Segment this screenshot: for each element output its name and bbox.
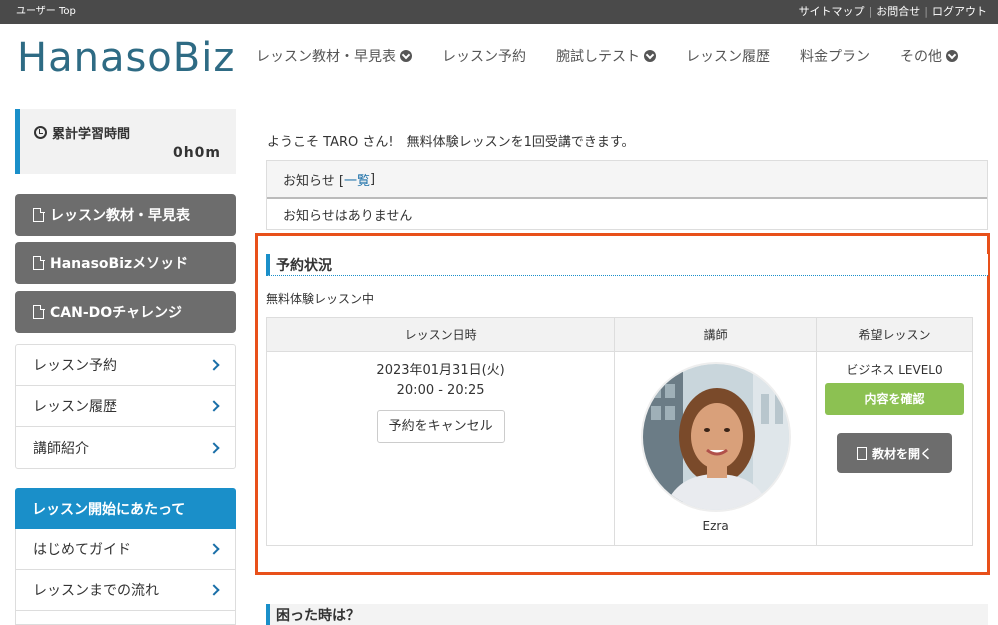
sidebar-item-guide[interactable]: はじめてガイド	[16, 529, 235, 570]
alarm-clock-icon	[34, 126, 47, 139]
open-materials-label: 教材を開く	[872, 446, 933, 461]
sidebar-item-teachers[interactable]: 講師紹介	[16, 427, 235, 468]
nav-test[interactable]: 腕試しテスト	[556, 45, 656, 67]
nav-label: レッスン教材・早見表	[256, 49, 396, 65]
nav-reservation[interactable]: レッスン予約	[442, 45, 526, 67]
sidebar-item-label: はじめてガイド	[33, 542, 131, 558]
global-nav: レッスン教材・早見表 レッスン予約 腕試しテスト レッスン履歴 料金プラン その…	[243, 45, 988, 67]
sidebar-item-label: レッスン予約	[33, 358, 117, 374]
notice-heading-bracket: ]	[369, 171, 376, 187]
sidebar-item-label: レッスン履歴	[33, 399, 117, 415]
top-bar: ユーザー Top サイトマップ | お問合せ | ログアウト	[0, 0, 998, 24]
separator: |	[924, 5, 928, 18]
nav-materials[interactable]: レッスン教材・早見表	[256, 45, 412, 67]
document-icon	[33, 304, 45, 319]
chevron-right-icon	[208, 359, 220, 371]
sidebar-button-label: CAN-DOチャレンジ	[50, 305, 183, 321]
column-header: レッスン日時	[265, 317, 616, 352]
study-time-box: 累計学習時間 0h0m	[15, 109, 236, 174]
sidebar-item-history[interactable]: レッスン履歴	[16, 386, 235, 427]
open-materials-button[interactable]: 教材を開く	[837, 433, 953, 473]
sidebar-item-label: 講師紹介	[33, 440, 89, 457]
sidebar-item-flow[interactable]: レッスンまでの流れ	[16, 570, 235, 611]
sitemap-link[interactable]: サイトマップ	[799, 5, 865, 19]
notice-list-link[interactable]: 一覧	[344, 170, 370, 189]
document-icon	[33, 255, 45, 270]
table-header-row: レッスン日時 講師 希望レッスン	[265, 317, 973, 352]
nav-label: レッスン予約	[442, 49, 526, 65]
nav-label: その他	[900, 49, 942, 65]
lesson-datetime-cell: 2023年01月31日(火) 20:00 - 20:25 予約をキャンセル	[265, 351, 616, 546]
lesson-time: 20:00 - 20:25	[396, 383, 485, 398]
document-icon	[857, 446, 867, 460]
nav-pricing[interactable]: 料金プラン	[800, 45, 870, 67]
sidebar-links: レッスン予約 レッスン履歴 講師紹介	[15, 344, 236, 469]
nav-history[interactable]: レッスン履歴	[686, 45, 770, 67]
teacher-photo	[642, 364, 789, 510]
nav-label: 料金プラン	[800, 49, 870, 65]
sidebar-item-label: レッスンまでの流れ	[33, 583, 159, 599]
notice-box: お知らせ [一覧] お知らせはありません	[266, 160, 988, 230]
sidebar-button-cando[interactable]: CAN-DOチャレンジ	[15, 291, 236, 333]
reservation-section-title: 予約状況	[266, 254, 988, 276]
notice-heading: お知らせ [一覧]	[267, 161, 987, 199]
cancel-reservation-button[interactable]: 予約をキャンセル	[376, 410, 505, 443]
breadcrumb: ユーザー Top	[16, 6, 76, 17]
logout-link[interactable]: ログアウト	[932, 5, 987, 19]
sidebar-button-method[interactable]: HanasoBizメソッド	[15, 242, 236, 284]
sidebar-button-label: HanasoBizメソッド	[50, 256, 189, 272]
nav-label: レッスン履歴	[686, 49, 770, 65]
teacher-name: Ezra	[702, 519, 729, 533]
lesson-date: 2023年01月31日(火)	[376, 363, 505, 378]
notice-heading-text: お知らせ [	[283, 173, 344, 189]
separator: |	[868, 5, 873, 18]
sidebar-section-heading: レッスン開始にあたって	[15, 488, 236, 529]
chevron-right-icon	[208, 584, 220, 596]
trial-status: 無料体験レッスン中	[266, 292, 375, 306]
document-icon	[33, 207, 45, 222]
chevron-right-icon	[208, 400, 220, 412]
confirm-content-button[interactable]: 内容を確認	[825, 383, 965, 415]
notice-body: お知らせはありません	[283, 208, 413, 224]
nav-other[interactable]: その他	[900, 45, 958, 67]
sidebar-button-materials[interactable]: レッスン教材・早見表	[15, 194, 236, 236]
help-section-title: 困った時は？	[266, 604, 988, 625]
nav-label: 腕試しテスト	[556, 49, 640, 65]
study-time-value: 0h0m	[172, 145, 221, 161]
column-header: 希望レッスン	[816, 317, 973, 352]
reservation-table: レッスン日時 講師 希望レッスン 2023年01月31日(火) 20:00 - …	[265, 317, 973, 546]
chevron-right-icon	[208, 543, 220, 555]
table-row: 2023年01月31日(火) 20:00 - 20:25 予約をキャンセル Ez…	[265, 351, 973, 546]
study-time-label-wrap: 累計学習時間	[34, 123, 130, 142]
sidebar-button-label: レッスン教材・早見表	[50, 208, 190, 224]
welcome-message: ようこそ TARO さん! 無料体験レッスンを1回受講できます。	[267, 135, 635, 150]
study-time-label: 累計学習時間	[52, 127, 131, 142]
utility-links: サイトマップ | お問合せ | ログアウト	[799, 5, 987, 19]
chevron-down-icon	[400, 50, 412, 62]
chevron-right-icon	[208, 441, 220, 454]
site-logo[interactable]: HanasoBiz	[17, 34, 235, 82]
sidebar-guide-links: はじめてガイド レッスンまでの流れ	[15, 529, 236, 625]
teacher-cell: Ezra	[614, 351, 818, 546]
teacher-avatar[interactable]	[640, 362, 791, 512]
contact-link[interactable]: お問合せ	[876, 5, 920, 19]
chevron-down-icon	[644, 50, 656, 62]
sidebar-item-reservation[interactable]: レッスン予約	[16, 345, 235, 386]
chevron-down-icon	[946, 50, 958, 62]
lesson-level: ビジネス LEVEL0	[846, 363, 943, 377]
lesson-type-cell: ビジネス LEVEL0 内容を確認 教材を開く	[816, 351, 973, 546]
column-header: 講師	[614, 317, 818, 352]
